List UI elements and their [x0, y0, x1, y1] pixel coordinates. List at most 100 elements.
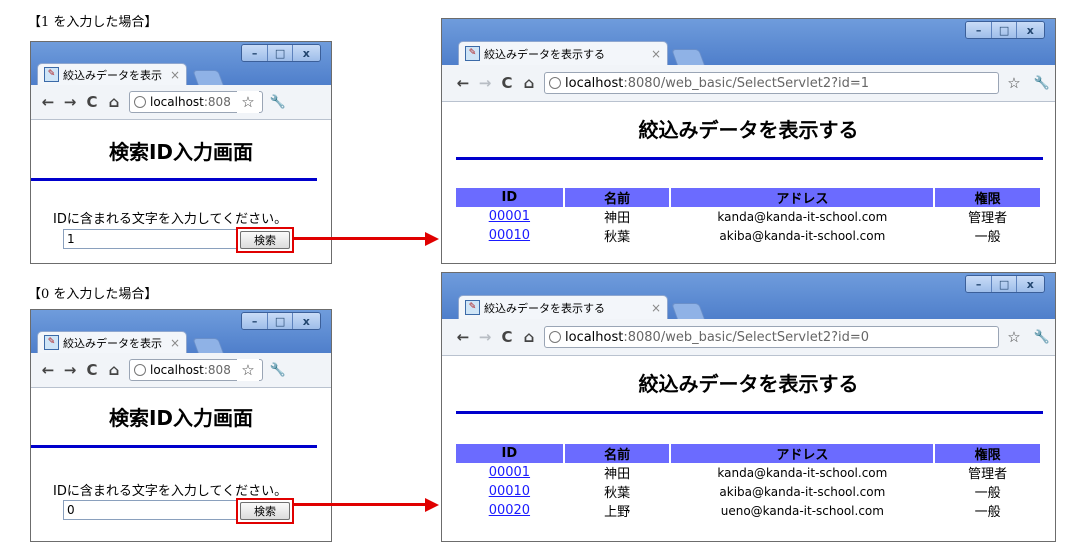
- reload-icon[interactable]: C: [81, 359, 103, 381]
- maximize-button[interactable]: □: [992, 22, 1017, 38]
- new-tab-button[interactable]: [671, 49, 705, 65]
- browser-tab[interactable]: ✎ 絞込みデータを表示する ×: [458, 41, 668, 65]
- star-icon[interactable]: ☆: [1003, 326, 1025, 348]
- back-icon[interactable]: ←: [37, 359, 59, 381]
- url-host: localhost: [150, 95, 204, 109]
- id-link[interactable]: 00010: [489, 228, 530, 243]
- page-title: 絞込みデータを表示する: [638, 372, 859, 396]
- title-rule: [456, 157, 1043, 160]
- minimize-button[interactable]: –: [242, 45, 269, 61]
- globe-icon: [134, 364, 146, 376]
- col-header-id: ID: [456, 188, 563, 207]
- maximize-button[interactable]: □: [268, 313, 293, 329]
- cell-id: 00010: [456, 226, 563, 245]
- close-button[interactable]: x: [1016, 22, 1044, 38]
- window-frame: – □ x ✎ 絞込みデータを表示 ×: [31, 42, 331, 85]
- col-header-name: 名前: [564, 188, 670, 207]
- back-icon[interactable]: ←: [452, 326, 474, 348]
- cell-name: 神田: [604, 467, 631, 482]
- wrench-icon[interactable]: 🔧: [267, 91, 289, 113]
- reload-icon[interactable]: C: [81, 91, 103, 113]
- close-button[interactable]: x: [1016, 276, 1044, 292]
- favicon-icon: ✎: [465, 46, 480, 61]
- cell-address: akiba@kanda-it-school.com: [719, 484, 886, 499]
- tab-close-icon[interactable]: ×: [170, 336, 180, 350]
- star-icon[interactable]: ☆: [1003, 72, 1025, 94]
- tab-title: 絞込みデータを表示する: [484, 47, 605, 61]
- address-bar[interactable]: localhost:8080/web_basic/SelectServlet2?…: [544, 72, 999, 94]
- tab-close-icon[interactable]: ×: [170, 68, 180, 82]
- forward-icon[interactable]: →: [59, 91, 81, 113]
- wrench-icon[interactable]: 🔧: [267, 359, 289, 381]
- tab-title: 絞込みデータを表示: [63, 336, 162, 350]
- search-button-face: 検索: [240, 502, 290, 520]
- star-icon[interactable]: ☆: [237, 91, 259, 113]
- cell-address: akiba@kanda-it-school.com: [719, 228, 886, 243]
- maximize-button[interactable]: □: [268, 45, 293, 61]
- home-icon[interactable]: ⌂: [518, 326, 540, 348]
- url-host: localhost: [150, 363, 204, 377]
- minimize-button[interactable]: –: [242, 313, 269, 329]
- cell-name: 秋葉: [604, 230, 631, 245]
- minimize-button[interactable]: –: [966, 22, 993, 38]
- cell-address: ueno@kanda-it-school.com: [720, 503, 884, 518]
- search-button[interactable]: 検索: [236, 227, 294, 253]
- wrench-icon[interactable]: 🔧: [1031, 72, 1053, 94]
- browser-tab[interactable]: ✎ 絞込みデータを表示 ×: [37, 63, 187, 85]
- table-row: 00001 神田 kanda@kanda-it-school.com 管理者: [456, 207, 1040, 226]
- address-bar[interactable]: localhost:8080/web_basic/SelectServlet2?…: [544, 326, 999, 348]
- page-content: 絞込みデータを表示する ID 名前 アドレス 権限 00001 神田 kanda…: [442, 102, 1055, 263]
- cell-id: 00001: [456, 207, 563, 226]
- close-button[interactable]: x: [292, 313, 320, 329]
- page-content: 絞込みデータを表示する ID 名前 アドレス 権限 00001 神田 kanda…: [442, 356, 1055, 541]
- cell-role: 管理者: [968, 211, 1008, 226]
- new-tab-button[interactable]: [192, 338, 224, 353]
- browser-toolbar: ← → C ⌂ localhost:8080/web_basic/SelectS…: [442, 65, 1055, 102]
- wrench-icon[interactable]: 🔧: [1031, 326, 1053, 348]
- new-tab-button[interactable]: [671, 303, 705, 319]
- result-browser-window: – □ x ✎ 絞込みデータを表示する × ← → C ⌂ localhost:…: [441, 18, 1056, 264]
- id-prompt: IDに含まれる文字を入力してください。: [53, 212, 288, 227]
- url-host: localhost: [565, 75, 624, 91]
- id-input[interactable]: [63, 500, 237, 520]
- tab-close-icon[interactable]: ×: [651, 47, 661, 61]
- table-row: 00001 神田 kanda@kanda-it-school.com 管理者: [456, 463, 1040, 482]
- forward-icon[interactable]: →: [474, 72, 496, 94]
- browser-toolbar: ← → C ⌂ localhost:808 ☆ 🔧: [31, 353, 331, 388]
- browser-tab[interactable]: ✎ 絞込みデータを表示 ×: [37, 331, 187, 353]
- close-button[interactable]: x: [292, 45, 320, 61]
- col-header-role: 権限: [935, 188, 1040, 207]
- reload-icon[interactable]: C: [496, 72, 518, 94]
- browser-tab[interactable]: ✎ 絞込みデータを表示する ×: [458, 295, 668, 319]
- page-content: 検索ID入力画面 IDに含まれる文字を入力してください。 検索: [31, 120, 331, 263]
- window-controls: – □ x: [241, 44, 321, 62]
- home-icon[interactable]: ⌂: [103, 91, 125, 113]
- search-button[interactable]: 検索: [236, 498, 294, 524]
- cell-id: 00020: [456, 501, 563, 520]
- id-link[interactable]: 00020: [489, 503, 530, 518]
- cell-id: 00001: [456, 463, 563, 482]
- col-header-address: アドレス: [671, 444, 934, 463]
- browser-toolbar: ← → C ⌂ localhost:8080/web_basic/SelectS…: [442, 319, 1055, 356]
- window-controls: – □ x: [965, 21, 1045, 39]
- id-link[interactable]: 00010: [489, 484, 530, 499]
- id-link[interactable]: 00001: [489, 465, 530, 480]
- new-tab-button[interactable]: [192, 70, 224, 85]
- cell-name: 神田: [604, 211, 631, 226]
- id-link[interactable]: 00001: [489, 209, 530, 224]
- forward-icon[interactable]: →: [59, 359, 81, 381]
- page-title: 検索ID入力画面: [108, 406, 254, 430]
- tab-close-icon[interactable]: ×: [651, 301, 661, 315]
- star-icon[interactable]: ☆: [237, 359, 259, 381]
- id-input[interactable]: [63, 229, 237, 249]
- home-icon[interactable]: ⌂: [518, 72, 540, 94]
- back-icon[interactable]: ←: [37, 91, 59, 113]
- back-icon[interactable]: ←: [452, 72, 474, 94]
- col-header-role: 権限: [935, 444, 1040, 463]
- forward-icon[interactable]: →: [474, 326, 496, 348]
- maximize-button[interactable]: □: [992, 276, 1017, 292]
- minimize-button[interactable]: –: [966, 276, 993, 292]
- reload-icon[interactable]: C: [496, 326, 518, 348]
- home-icon[interactable]: ⌂: [103, 359, 125, 381]
- globe-icon: [549, 77, 561, 89]
